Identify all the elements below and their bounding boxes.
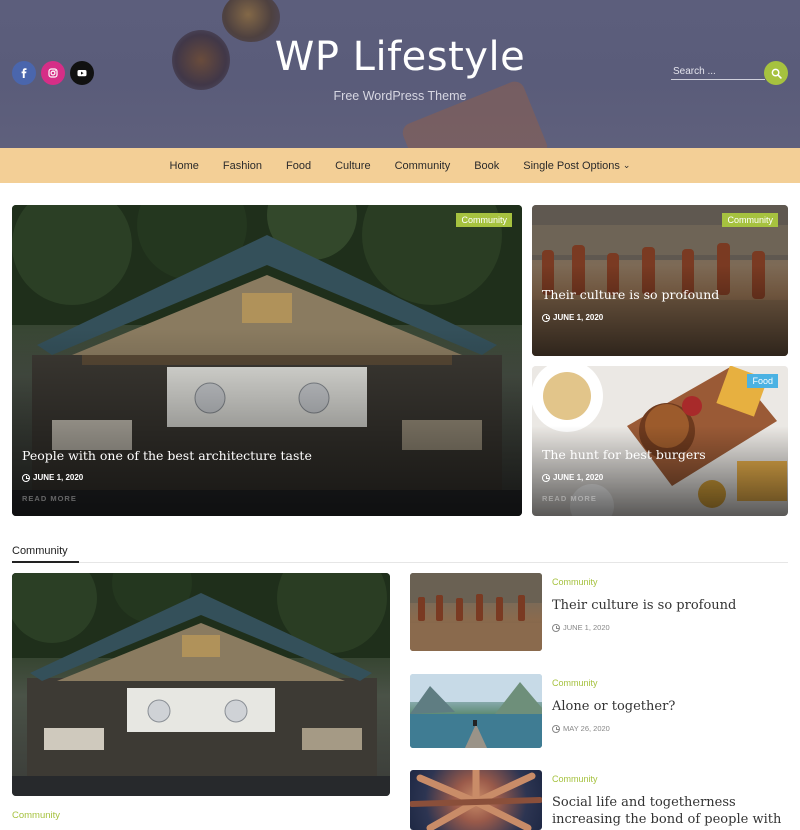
nav-item-culture[interactable]: Culture xyxy=(335,160,370,172)
nav-item-community[interactable]: Community xyxy=(395,160,451,172)
list-item-title[interactable]: Social life and togetherness increasing … xyxy=(552,794,792,830)
clock-icon xyxy=(22,473,30,482)
list-item-thumbnail[interactable] xyxy=(410,573,542,651)
clock-icon xyxy=(542,473,550,482)
section-divider xyxy=(12,562,788,563)
search-button[interactable] xyxy=(764,61,788,85)
post-date-text: JUNE 1, 2020 xyxy=(33,473,84,482)
list-item-thumbnail[interactable] xyxy=(410,770,542,830)
nav-item-single-post-options[interactable]: Single Post Options ⌄ xyxy=(523,160,630,172)
list-item-title[interactable]: Their culture is so profound xyxy=(552,597,792,614)
section-heading-underline xyxy=(12,561,79,563)
post-date: JUNE 1, 2020 xyxy=(22,473,83,482)
post-date: JUNE 1, 2020 xyxy=(542,473,603,482)
main-navigation: Home Fashion Food Culture Community Book… xyxy=(0,148,800,183)
search-icon xyxy=(771,68,782,79)
nav-item-label: Single Post Options xyxy=(523,159,620,172)
list-item-thumbnail[interactable] xyxy=(410,674,542,748)
nav-item-book[interactable]: Book xyxy=(474,160,499,172)
category-badge[interactable]: Community xyxy=(722,213,778,227)
site-header: WP Lifestyle Free WordPress Theme xyxy=(0,0,800,148)
slider-side-post-top[interactable]: Community Their culture is so profound J… xyxy=(532,205,788,356)
post-image xyxy=(410,573,542,651)
clock-icon xyxy=(552,724,560,733)
nav-item-fashion[interactable]: Fashion xyxy=(223,160,262,172)
list-item-title[interactable]: Alone or together? xyxy=(552,698,792,715)
category-link[interactable]: Community xyxy=(552,577,598,587)
post-date-text: JUNE 1, 2020 xyxy=(553,313,604,322)
featured-post-image[interactable] xyxy=(12,573,390,796)
slider-side-post-bottom[interactable]: Food The hunt for best burgers JUNE 1, 2… xyxy=(532,366,788,516)
search-input[interactable] xyxy=(671,64,765,80)
category-link[interactable]: Community xyxy=(552,774,598,784)
image-overlay xyxy=(12,329,522,516)
post-date-text: MAY 26, 2020 xyxy=(563,724,610,733)
post-title[interactable]: People with one of the best architecture… xyxy=(22,448,312,463)
post-image xyxy=(12,573,390,796)
post-date: MAY 26, 2020 xyxy=(552,724,610,733)
post-date-text: JUNE 1, 2020 xyxy=(553,473,604,482)
post-title[interactable]: The hunt for best burgers xyxy=(542,447,706,462)
post-date-text: JUNE 1, 2020 xyxy=(563,623,610,632)
chevron-down-icon: ⌄ xyxy=(622,160,631,170)
section-heading: Community xyxy=(12,545,68,557)
category-badge[interactable]: Community xyxy=(456,213,512,227)
site-tagline: Free WordPress Theme xyxy=(333,89,467,103)
post-date: JUNE 1, 2020 xyxy=(552,623,610,632)
post-image xyxy=(410,770,542,830)
image-overlay xyxy=(532,265,788,356)
clock-icon xyxy=(542,313,550,322)
nav-item-food[interactable]: Food xyxy=(286,160,311,172)
category-badge[interactable]: Food xyxy=(747,374,778,388)
clock-icon xyxy=(552,623,560,632)
read-more-link[interactable]: READ MORE xyxy=(22,494,77,503)
post-title[interactable]: Their culture is so profound xyxy=(542,287,719,302)
slider-main-post[interactable]: Community People with one of the best ar… xyxy=(12,205,522,516)
read-more-link[interactable]: READ MORE xyxy=(542,494,597,503)
post-image xyxy=(410,674,542,748)
category-link[interactable]: Community xyxy=(552,678,598,688)
post-date: JUNE 1, 2020 xyxy=(542,313,603,322)
nav-item-home[interactable]: Home xyxy=(170,160,199,172)
category-link[interactable]: Community xyxy=(12,810,60,821)
